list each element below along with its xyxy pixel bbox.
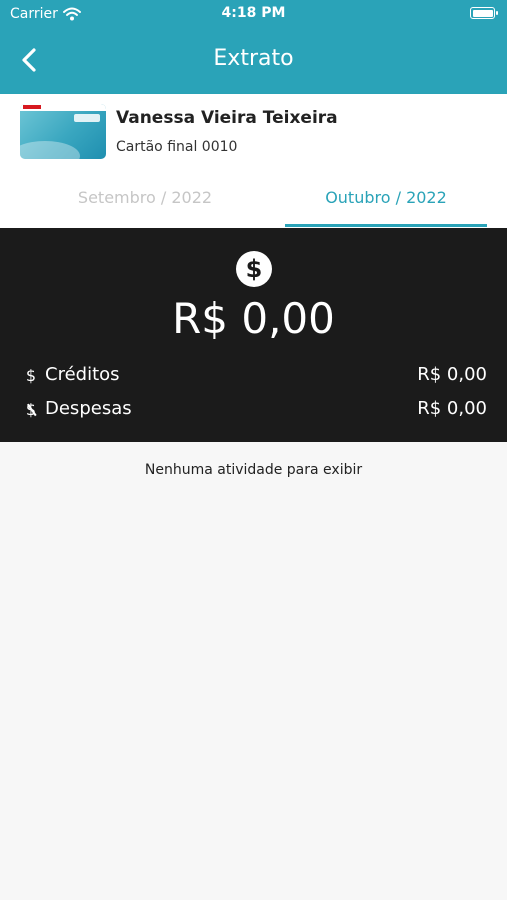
no-dollar-icon: $: [24, 400, 38, 420]
expenses-label: Despesas: [45, 398, 132, 419]
card-info: Vanessa Vieira Teixeira Cartão final 001…: [0, 94, 507, 168]
empty-state-message: Nenhuma atividade para exibir: [144, 462, 363, 478]
expenses-row: $ Despesas R$ 0,00: [24, 398, 487, 424]
balance-summary: $ R$ 0,00 $ Créditos R$ 0,00 $ Despesas …: [0, 228, 507, 442]
month-tabs: Setembro / 2022 Outubro / 2022: [0, 168, 507, 228]
dollar-circle-icon: $: [236, 251, 272, 287]
credits-value: R$ 0,00: [417, 364, 487, 385]
credits-row: $ Créditos R$ 0,00: [24, 364, 487, 390]
card-final-number: Cartão final 0010: [116, 139, 238, 155]
expenses-value: R$ 0,00: [417, 398, 487, 419]
tab-outubro[interactable]: Outubro / 2022: [285, 168, 487, 228]
app-header: Carrier 4:18 PM Extrato: [0, 0, 507, 94]
status-bar: Carrier 4:18 PM: [0, 0, 507, 28]
dollar-icon: $: [25, 366, 37, 385]
tab-setembro[interactable]: Setembro / 2022: [20, 168, 270, 228]
card-image: [20, 104, 106, 159]
status-time: 4:18 PM: [221, 5, 286, 21]
total-balance: R$ 0,00: [172, 294, 335, 343]
active-tab-indicator: [285, 224, 487, 227]
card-holder-name: Vanessa Vieira Teixeira: [116, 108, 338, 128]
credits-label: Créditos: [45, 364, 120, 385]
page-title: Extrato: [213, 46, 294, 71]
battery-icon: [470, 7, 498, 19]
